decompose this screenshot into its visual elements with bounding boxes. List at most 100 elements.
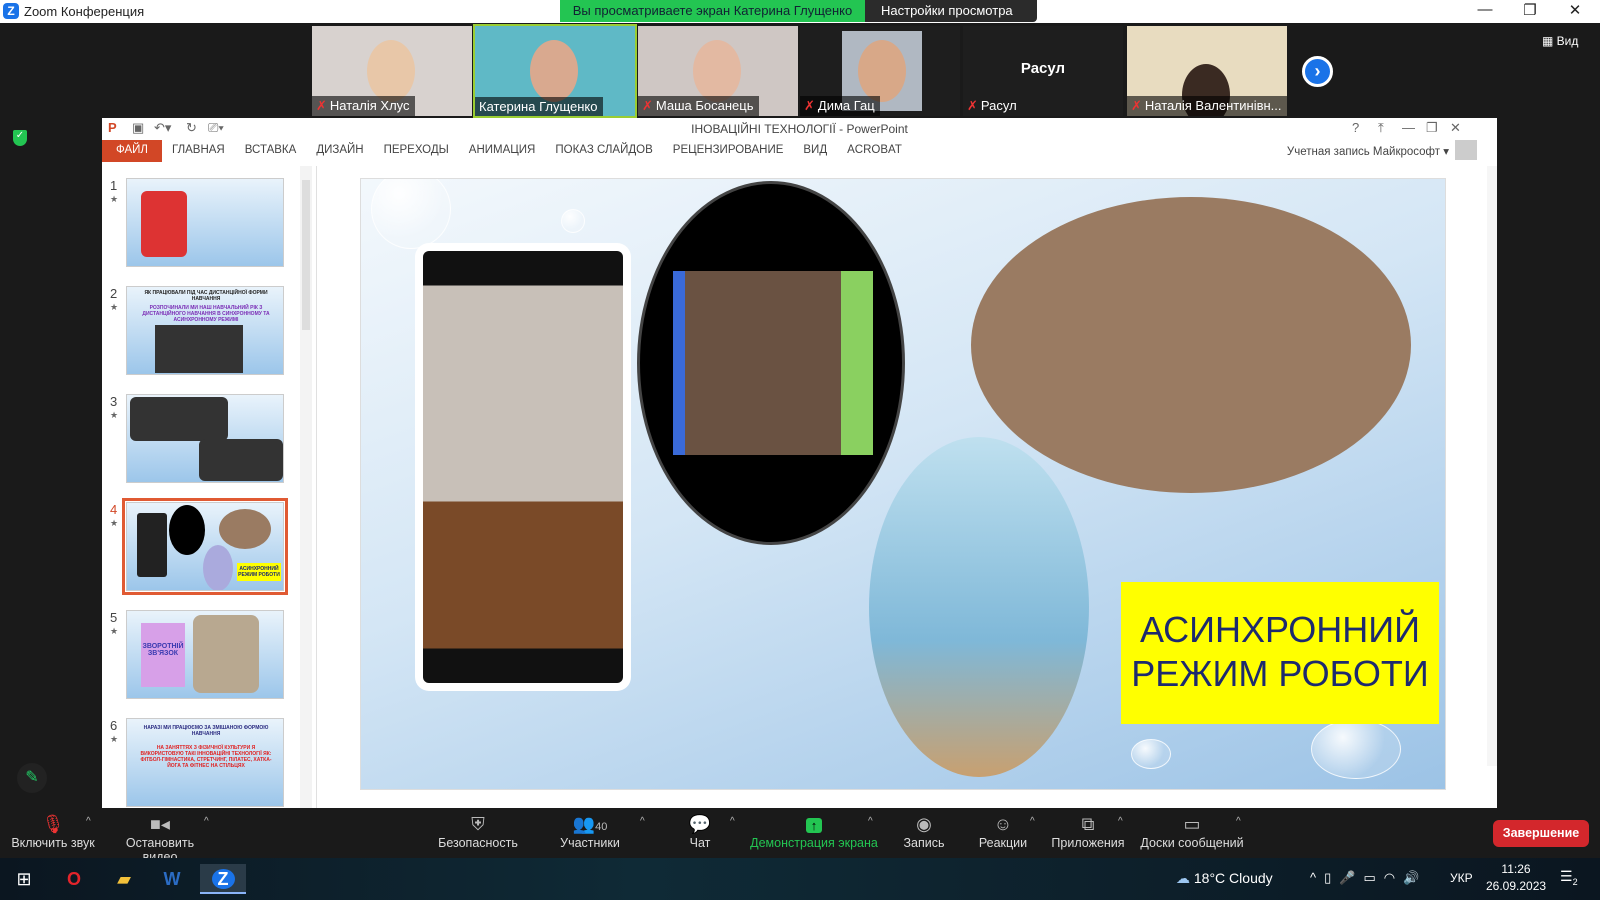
reactions-button[interactable]: ☺ Реакции: [978, 812, 1028, 850]
notifications-icon[interactable]: ☰2: [1560, 868, 1578, 887]
word-icon[interactable]: W: [154, 864, 190, 894]
share-caret[interactable]: ^: [868, 816, 873, 827]
ppt-restore-button[interactable]: ❐: [1426, 120, 1438, 136]
participant-tile[interactable]: ✗ Маша Босанець: [638, 26, 798, 116]
slide-thumbnail-2[interactable]: ЯК ПРАЦЮВАЛИ ПІД ЧАС ДИСТАНЦІЙНОЇ ФОРМИ …: [126, 286, 284, 375]
next-page-button[interactable]: ›: [1302, 56, 1333, 87]
windows-start-icon[interactable]: ⊞: [6, 864, 42, 894]
encryption-shield-icon[interactable]: ✓: [13, 130, 27, 146]
animation-star-icon: ★: [110, 734, 119, 744]
view-button[interactable]: ▦ Вид: [1542, 34, 1578, 48]
help-icon[interactable]: ?: [1352, 120, 1359, 135]
shield-icon: ⛨: [471, 814, 485, 834]
tray-icons[interactable]: ^▯🎤▭◠🔊: [1310, 870, 1427, 886]
record-label: Запись: [903, 836, 945, 850]
participant-name: Расул: [980, 98, 1017, 113]
slide-thumbnail-6[interactable]: НАРАЗІ МИ ПРАЦЮЄМО ЗА ЗМІШАНОЮ ФОРМОЮ НА…: [126, 718, 284, 807]
grid-icon: ▦: [1542, 34, 1557, 48]
participants-caret[interactable]: ^: [640, 816, 645, 827]
video-options-caret[interactable]: ^: [204, 816, 209, 827]
security-button[interactable]: ⛨ Безопасность: [438, 812, 518, 850]
reactions-label: Реакции: [978, 836, 1028, 850]
tab-transitions[interactable]: ПЕРЕХОДЫ: [374, 140, 459, 162]
slide-thumbnail-3[interactable]: [126, 394, 284, 483]
slide-thumbnail-5[interactable]: ЗВОРОТНІЙ ЗВ'ЯЗОК: [126, 610, 284, 699]
participant-name: Дима Гац: [817, 98, 875, 113]
ppt-close-button[interactable]: ✕: [1450, 120, 1461, 136]
tab-home[interactable]: ГЛАВНАЯ: [162, 140, 235, 162]
participant-tile[interactable]: ✗ Дима Гац: [800, 26, 960, 116]
participant-tile[interactable]: ✗ Наталія Хлус: [312, 26, 472, 116]
language-indicator[interactable]: УКР: [1450, 871, 1473, 885]
end-meeting-button[interactable]: Завершение: [1493, 820, 1589, 847]
participant-name: Катерина Глущенко: [479, 99, 598, 114]
tab-view[interactable]: ВИД: [793, 140, 837, 162]
mic-muted-icon: ✗: [642, 98, 653, 113]
participants-label: Участники: [560, 836, 620, 850]
ppt-minimize-button[interactable]: —: [1402, 120, 1415, 135]
tab-insert[interactable]: ВСТАВКА: [235, 140, 307, 162]
clock[interactable]: 11:26 26.09.2023: [1486, 862, 1546, 893]
chat-button[interactable]: 💬 Чат: [680, 812, 720, 850]
annotate-pencil-icon[interactable]: ✎: [17, 763, 47, 793]
slide-title-line: АСИНХРОННИЙ: [1139, 609, 1421, 650]
zoom-taskbar-icon[interactable]: Z: [200, 864, 246, 894]
participant-big-name: Расул: [1020, 60, 1066, 77]
audio-options-caret[interactable]: ^: [86, 816, 91, 827]
slide-number: 1: [110, 178, 118, 193]
unmute-label: Включить звук: [11, 836, 95, 850]
opera-icon[interactable]: O: [56, 864, 92, 894]
chat-bubble-icon: 💬: [688, 814, 712, 834]
account-menu[interactable]: Учетная запись Майкрософт ▾: [1287, 144, 1449, 158]
apps-caret[interactable]: ^: [1118, 816, 1123, 827]
view-settings-dropdown[interactable]: Настройки просмотра ⌄: [865, 0, 1037, 40]
tab-animations[interactable]: АНИМАЦИЯ: [459, 140, 546, 162]
participant-name: Маша Босанець: [655, 98, 754, 113]
mic-muted-icon: 🎙: [41, 814, 65, 834]
animation-star-icon: ★: [110, 302, 119, 312]
record-button[interactable]: ◉ Запись: [900, 812, 948, 850]
user-avatar-icon[interactable]: [1455, 140, 1477, 160]
emoji-icon: ☺: [993, 814, 1013, 834]
apps-button[interactable]: ⧉ Приложения: [1050, 812, 1126, 850]
notification-count: 2: [1572, 876, 1578, 887]
unmute-button[interactable]: 🎙 Включить звук: [8, 812, 98, 850]
classroom-photo: [971, 197, 1411, 493]
title-bar: Z Zoom Конференция Вы просматриваете экр…: [0, 0, 1600, 40]
share-screen-button[interactable]: ↑ Демонстрация экрана: [750, 812, 878, 850]
tab-acrobat[interactable]: ACROBAT: [837, 140, 912, 162]
security-label: Безопасность: [438, 836, 518, 850]
slide-thumbnail-4-selected[interactable]: АСИНХРОННИЙ РЕЖИМ РОБОТИ: [122, 498, 288, 595]
restore-button[interactable]: ❐: [1515, 1, 1545, 21]
close-button[interactable]: ✕: [1560, 1, 1590, 21]
view-label: Вид: [1556, 34, 1579, 48]
record-icon: ◉: [916, 814, 932, 834]
slide-thumbnail-1[interactable]: [126, 178, 284, 267]
tab-slideshow[interactable]: ПОКАЗ СЛАЙДОВ: [545, 140, 662, 162]
stop-video-button[interactable]: ■◂ Остановить видео: [108, 812, 212, 864]
whiteboards-button[interactable]: ▭ Доски сообщений: [1140, 812, 1244, 850]
reactions-caret[interactable]: ^: [1030, 816, 1035, 827]
animation-star-icon: ★: [110, 518, 119, 528]
slide-canvas[interactable]: АСИНХРОННИЙ РЕЖИМ РОБОТИ: [360, 178, 1446, 790]
animation-star-icon: ★: [110, 194, 119, 204]
thumbnails-scroll-thumb[interactable]: [302, 180, 310, 330]
tab-review[interactable]: РЕЦЕНЗИРОВАНИЕ: [663, 140, 794, 162]
tab-file[interactable]: ФАЙЛ: [102, 140, 162, 162]
participant-tile-active[interactable]: Катерина Глущенко: [473, 24, 637, 118]
whiteboard-icon: ▭: [1183, 814, 1201, 834]
whiteboards-caret[interactable]: ^: [1236, 816, 1241, 827]
participant-tile[interactable]: ✗ Наталія Валентинівн...: [1127, 26, 1287, 116]
file-explorer-icon[interactable]: ▰: [106, 864, 142, 894]
tab-design[interactable]: ДИЗАЙН: [306, 140, 373, 162]
ribbon-display-icon[interactable]: ⤒: [1378, 120, 1384, 136]
slide-scrollbar[interactable]: [1487, 166, 1497, 766]
participants-button[interactable]: 👥40 Участники: [558, 812, 622, 850]
minimize-button[interactable]: —: [1470, 1, 1500, 21]
weather-widget[interactable]: ☁ 18°C Cloudy: [1176, 870, 1273, 887]
participant-tile[interactable]: Расул ✗ Расул: [963, 26, 1123, 116]
thumb-text: РОЗПОЧИНАЛИ МИ НАШ НАВЧАЛЬНИЙ РІК З ДИСТ…: [142, 305, 270, 323]
slide-number: 6: [110, 718, 118, 733]
powerpoint-window: P ▣ ↶▾ ↻ ⎚▾ ІНОВАЦІЙНІ ТЕХНОЛОГІЇ - Powe…: [102, 118, 1497, 808]
chat-caret[interactable]: ^: [730, 816, 735, 827]
